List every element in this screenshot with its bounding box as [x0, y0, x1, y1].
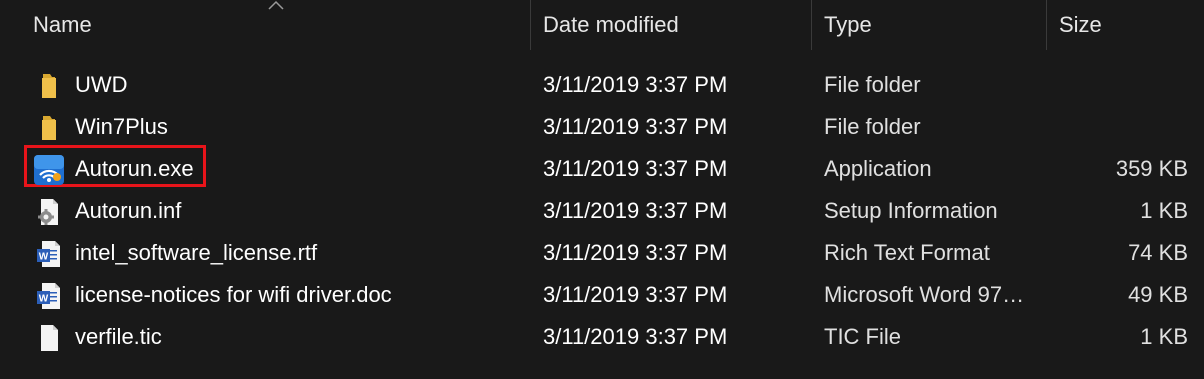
svg-text:W: W — [39, 294, 49, 305]
file-type: Setup Information — [824, 198, 998, 223]
column-header-type[interactable]: Type — [824, 0, 1046, 50]
file-name: Autorun.exe — [75, 156, 194, 181]
file-date-modified: 3/11/2019 3:37 PM — [543, 324, 728, 349]
file-size: 74 KB — [1128, 240, 1188, 265]
blank-file-icon — [41, 325, 58, 351]
folder-icon — [42, 74, 56, 98]
file-name: verfile.tic — [75, 324, 162, 349]
file-type: TIC File — [824, 324, 901, 349]
file-name: intel_software_license.rtf — [75, 240, 318, 265]
file-size: 1 KB — [1140, 324, 1188, 349]
file-list: UWD 3/11/2019 3:37 PM File folder Win7Pl… — [0, 64, 1204, 358]
file-type: File folder — [824, 72, 921, 97]
file-row-autorun-inf[interactable]: Autorun.inf 3/11/2019 3:37 PM Setup Info… — [0, 190, 1204, 232]
file-size: 49 KB — [1128, 282, 1188, 307]
column-header-name-label: Name — [33, 12, 92, 37]
column-header-date-modified[interactable]: Date modified — [543, 0, 811, 50]
column-header-size[interactable]: Size — [1059, 0, 1199, 50]
file-size: 1 KB — [1140, 198, 1188, 223]
file-name: Win7Plus — [75, 114, 168, 139]
column-header: Name Date modified Type Size — [0, 0, 1204, 50]
wifi-app-icon — [34, 155, 64, 185]
sort-ascending-icon — [268, 0, 284, 10]
file-type: Rich Text Format — [824, 240, 990, 265]
file-date-modified: 3/11/2019 3:37 PM — [543, 114, 728, 139]
file-date-modified: 3/11/2019 3:37 PM — [543, 72, 728, 97]
file-size — [1050, 106, 1188, 148]
file-row-win7plus[interactable]: Win7Plus 3/11/2019 3:37 PM File folder — [0, 106, 1204, 148]
file-date-modified: 3/11/2019 3:37 PM — [543, 240, 728, 265]
file-name: UWD — [75, 72, 128, 97]
folder-icon — [42, 116, 56, 140]
file-type: Microsoft Word 97… — [824, 282, 1025, 307]
file-row-license-notices[interactable]: W license-notices for wifi driver.doc 3/… — [0, 274, 1204, 316]
file-explorer-list: Name Date modified Type Size UWD 3/11/20… — [0, 0, 1204, 379]
file-row-intel-software-license[interactable]: W intel_software_license.rtf 3/11/2019 3… — [0, 232, 1204, 274]
file-size — [1050, 64, 1188, 106]
column-header-type-label: Type — [824, 12, 872, 37]
file-date-modified: 3/11/2019 3:37 PM — [543, 282, 728, 307]
column-header-date-label: Date modified — [543, 12, 679, 37]
word-doc-icon: W — [37, 241, 60, 267]
file-name: license-notices for wifi driver.doc — [75, 282, 392, 307]
file-size: 359 KB — [1115, 156, 1188, 181]
file-name: Autorun.inf — [75, 198, 182, 223]
file-date-modified: 3/11/2019 3:37 PM — [543, 156, 728, 181]
file-type: Application — [824, 156, 932, 181]
file-row-uwd[interactable]: UWD 3/11/2019 3:37 PM File folder — [0, 64, 1204, 106]
column-separator[interactable] — [530, 0, 531, 50]
file-type: File folder — [824, 114, 921, 139]
svg-text:W: W — [39, 252, 49, 263]
setup-gear-icon — [38, 199, 58, 225]
file-row-autorun-exe[interactable]: Autorun.exe 3/11/2019 3:37 PM Applicatio… — [0, 145, 1204, 190]
column-separator[interactable] — [1046, 0, 1047, 50]
word-doc-icon: W — [37, 283, 60, 309]
file-row-verfile-tic[interactable]: verfile.tic 3/11/2019 3:37 PM TIC File 1… — [0, 316, 1204, 358]
file-date-modified: 3/11/2019 3:37 PM — [543, 198, 728, 223]
column-header-size-label: Size — [1059, 12, 1102, 37]
column-separator[interactable] — [811, 0, 812, 50]
